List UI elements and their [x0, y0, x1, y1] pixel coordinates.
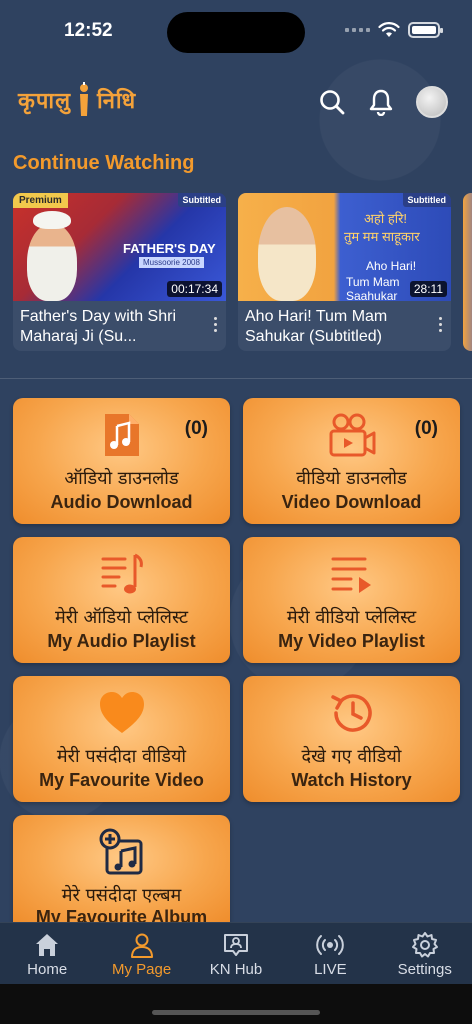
tile-label-hindi: ऑडियो डाउनलोड — [64, 468, 179, 489]
tile-label-hindi: मेरे पसंदीदा एल्बम — [61, 885, 182, 906]
bottom-nav: Home My Page KN Hub LIVE Settings — [0, 922, 472, 984]
chat-user-icon — [223, 934, 248, 956]
nav-item-my-page[interactable]: My Page — [97, 931, 187, 978]
continue-watching-title: Continue Watching — [13, 152, 195, 174]
nav-label: KN Hub — [209, 961, 263, 978]
tile-label-hindi: देखे गए वीडियो — [301, 746, 402, 767]
tile-audio-download[interactable]: (0) ऑडियो डाउनलोड Audio Download — [13, 398, 230, 524]
video-duration: 28:11 — [409, 281, 447, 297]
status-icons — [345, 22, 443, 38]
video-duration: 00:17:34 — [167, 281, 222, 297]
app-logo[interactable]: कृपालु निधि — [18, 82, 136, 118]
video-camera-icon — [329, 413, 375, 457]
tile-label: Audio Download — [50, 492, 193, 512]
heart-icon — [99, 692, 144, 733]
video-thumbnail[interactable]: अहो हरि! तुम मम साहूकार Aho Hari! Tum Ma… — [238, 193, 451, 301]
video-card-partial[interactable] — [463, 193, 472, 351]
album-add-icon — [99, 828, 142, 875]
tile-label: Watch History — [291, 770, 412, 790]
user-icon — [130, 933, 153, 958]
tile-video-download[interactable]: (0) वीडियो डाउनलोड Video Download — [243, 398, 460, 524]
video-title[interactable]: Father's Day with Shri Maharaj Ji (Su... — [20, 307, 202, 347]
wifi-icon — [378, 22, 400, 37]
section-divider — [0, 378, 472, 379]
nav-item-kn-hub[interactable]: KN Hub — [191, 931, 281, 978]
tile-audio-playlist[interactable]: मेरी ऑडियो प्लेलिस्ट My Audio Playlist — [13, 537, 230, 663]
tile-video-playlist[interactable]: मेरी वीडियो प्लेलिस्ट My Video Playlist — [243, 537, 460, 663]
thumbnail-caption-hindi: अहो हरि! — [364, 211, 408, 226]
home-icon — [36, 934, 59, 956]
nav-label: Home — [27, 961, 68, 978]
video-playlist-icon — [331, 557, 371, 593]
tile-label-hindi: मेरी ऑडियो प्लेलिस्ट — [54, 607, 189, 628]
status-time: 12:52 — [64, 20, 113, 41]
thumbnail-hat — [33, 211, 71, 229]
tile-label: My Video Playlist — [278, 631, 425, 651]
download-count: (0) — [184, 418, 208, 439]
avatar[interactable] — [416, 86, 448, 118]
subtitled-badge: Subtitled — [177, 193, 226, 207]
nav-item-settings[interactable]: Settings — [380, 931, 470, 978]
download-count: (0) — [414, 418, 438, 439]
home-indicator-area — [0, 984, 472, 1024]
video-card[interactable]: अहो हरि! तुम मम साहूकार Aho Hari! Tum Ma… — [238, 193, 451, 351]
search-icon[interactable] — [318, 88, 346, 116]
battery-icon — [408, 22, 443, 38]
thumbnail-caption-hindi-2: तुम मम साहूकार — [344, 229, 420, 244]
live-broadcast-icon — [316, 935, 345, 955]
tile-favourite-album[interactable]: मेरे पसंदीदा एल्बम My Favourite Album — [13, 815, 230, 927]
bell-icon[interactable] — [368, 88, 394, 116]
tile-label-hindi: मेरी पसंदीदा वीडियो — [56, 746, 187, 767]
tile-label-hindi: मेरी वीडियो प्लेलिस्ट — [286, 607, 417, 628]
nav-label: My Page — [111, 961, 172, 978]
music-file-icon — [104, 414, 139, 456]
nav-label: Settings — [397, 961, 452, 978]
nav-label: LIVE — [314, 961, 347, 978]
gear-icon — [411, 932, 438, 958]
logo-text-1: कृपालु — [18, 88, 72, 114]
thumbnail-subcaption: Mussoorie 2008 — [139, 257, 204, 268]
tile-label: My Audio Playlist — [47, 631, 196, 651]
video-thumbnail[interactable]: FATHER'S DAY Mussoorie 2008 Premium Subt… — [13, 193, 226, 301]
tile-favourite-video[interactable]: मेरी पसंदीदा वीडियो My Favourite Video — [13, 676, 230, 802]
tile-label: My Favourite Video — [39, 770, 204, 790]
audio-playlist-icon — [101, 553, 143, 594]
history-icon — [330, 694, 372, 732]
subtitled-badge: Subtitled — [402, 193, 451, 207]
thumbnail-figure — [27, 223, 77, 301]
continue-watching-carousel[interactable]: FATHER'S DAY Mussoorie 2008 Premium Subt… — [13, 193, 472, 353]
status-bar: 12:52 — [0, 0, 472, 60]
video-card[interactable]: FATHER'S DAY Mussoorie 2008 Premium Subt… — [13, 193, 226, 351]
signal-icon — [345, 28, 370, 32]
more-options-icon[interactable] — [439, 317, 443, 332]
premium-badge: Premium — [13, 193, 68, 208]
thumbnail-caption-english: Aho Hari! — [366, 259, 417, 273]
dynamic-island — [167, 12, 305, 53]
app-header: कृपालु निधि — [0, 78, 472, 128]
thumbnail-caption: FATHER'S DAY — [123, 241, 216, 256]
logo-figure-icon — [80, 82, 89, 116]
home-indicator[interactable] — [152, 1010, 320, 1015]
video-title[interactable]: Aho Hari! Tum Mam Sahukar (Subtitled) — [245, 307, 427, 347]
more-options-icon[interactable] — [214, 317, 218, 332]
tile-label: Video Download — [281, 492, 422, 512]
nav-item-home[interactable]: Home — [2, 931, 92, 978]
header-actions — [318, 86, 448, 118]
thumbnail-figure — [258, 207, 316, 301]
logo-text-2: निधि — [97, 88, 137, 114]
tile-watch-history[interactable]: देखे गए वीडियो Watch History — [243, 676, 460, 802]
tile-label-hindi: वीडियो डाउनलोड — [296, 468, 407, 489]
nav-item-live[interactable]: LIVE — [285, 931, 375, 978]
